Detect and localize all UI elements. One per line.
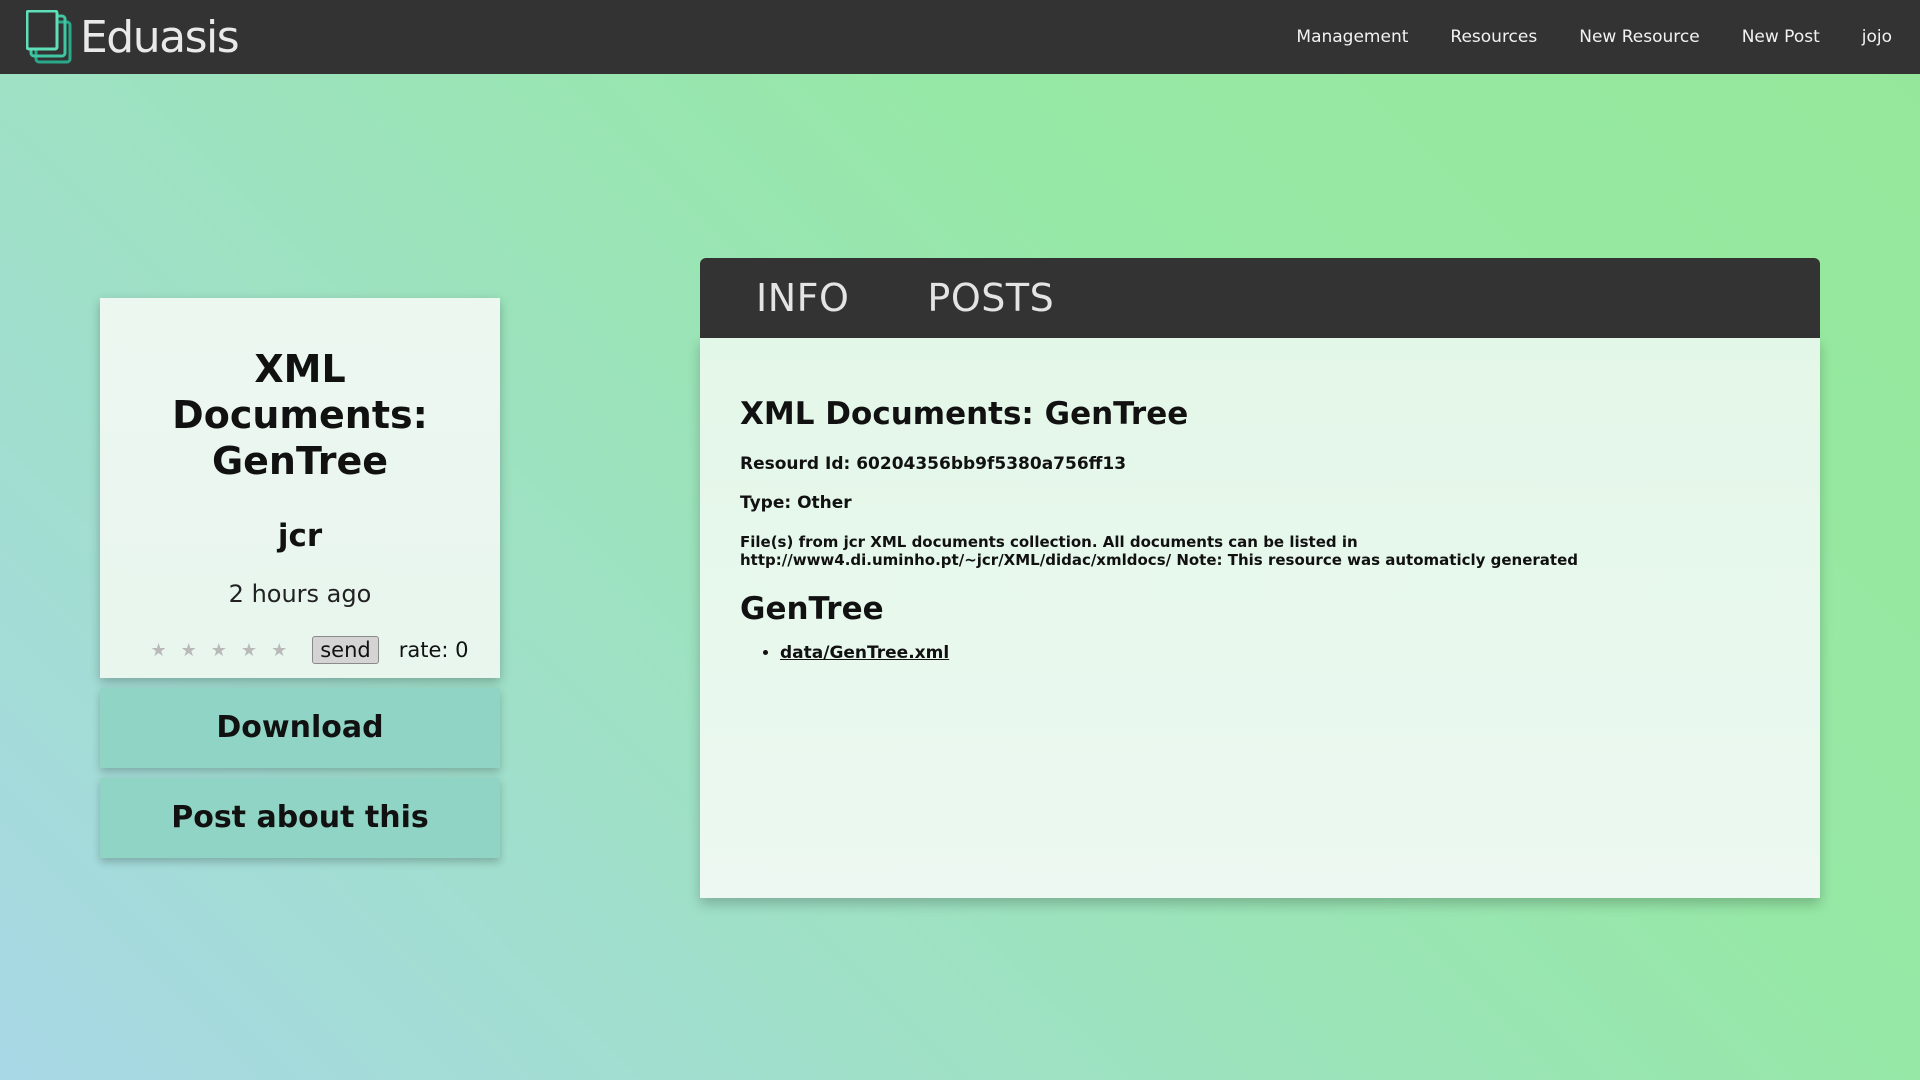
nav-resources[interactable]: Resources (1450, 27, 1537, 47)
file-link[interactable]: data/GenTree.xml (780, 643, 949, 663)
resource-type: Type: Other (740, 493, 852, 513)
top-navbar: Eduasis Management Resources New Resourc… (0, 0, 1920, 74)
star-icon[interactable]: ★ (271, 640, 287, 661)
resource-id: Resourd Id: 60204356bb9f5380a756ff13 (740, 454, 1127, 474)
send-rating-button[interactable]: send (312, 636, 379, 664)
star-icon[interactable]: ★ (181, 640, 197, 661)
nav-user[interactable]: jojo (1862, 27, 1892, 47)
tab-info[interactable]: INFO (756, 276, 849, 320)
resource-description: File(s) from jcr XML documents collectio… (740, 533, 1578, 569)
nav-new-resource[interactable]: New Resource (1579, 27, 1699, 47)
list-item: data/GenTree.xml (780, 643, 1780, 663)
nav-management[interactable]: Management (1296, 27, 1408, 47)
star-icon[interactable]: ★ (211, 640, 227, 661)
rate-value: rate: 0 (398, 638, 469, 662)
nav-new-post[interactable]: New Post (1742, 27, 1820, 47)
nav-links: Management Resources New Resource New Po… (1254, 27, 1892, 47)
resource-title: XML Documents: GenTree (172, 347, 428, 483)
resource-timestamp: 2 hours ago (228, 580, 372, 608)
post-about-button[interactable]: Post about this (100, 778, 500, 858)
info-title: XML Documents: GenTree (740, 396, 1189, 432)
resource-panel: INFO POSTS XML Documents: GenTree Resour… (700, 258, 1820, 898)
download-button[interactable]: Download (100, 688, 500, 768)
files-section-title: GenTree (740, 591, 884, 627)
file-list: data/GenTree.xml (740, 643, 1780, 663)
info-content: XML Documents: GenTree Resourd Id: 60204… (700, 338, 1820, 898)
logo-icon (26, 10, 72, 64)
rating-row: ★ ★ ★ ★ ★ send rate: 0 (100, 636, 500, 664)
resource-card: XML Documents: GenTree jcr 2 hours ago ★… (100, 298, 500, 678)
brand-link[interactable]: Eduasis (26, 10, 240, 64)
resource-author: jcr (277, 518, 323, 554)
star-icon[interactable]: ★ (241, 640, 257, 661)
star-icon[interactable]: ★ (151, 640, 167, 661)
tab-posts[interactable]: POSTS (927, 276, 1054, 320)
tab-bar: INFO POSTS (700, 258, 1820, 338)
resource-sidebar: XML Documents: GenTree jcr 2 hours ago ★… (100, 298, 500, 858)
brand-name: Eduasis (80, 11, 240, 63)
